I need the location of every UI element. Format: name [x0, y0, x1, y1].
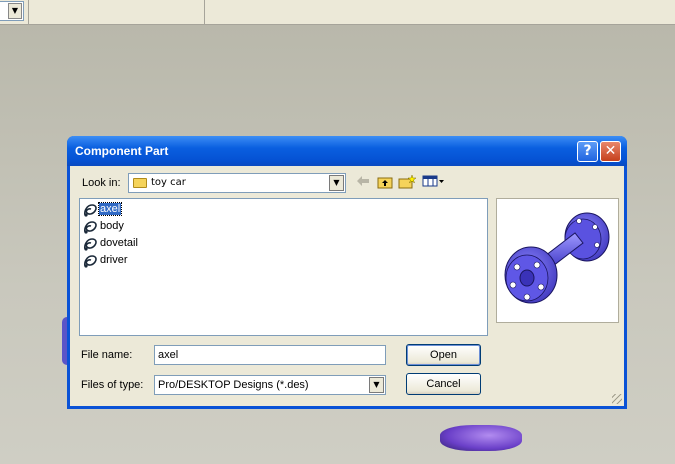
file-name-input[interactable]	[155, 346, 385, 364]
file-name: axel	[97, 202, 123, 216]
background-part-shape	[440, 425, 522, 451]
top-toolbar: ▼	[0, 0, 675, 25]
design-file-icon	[84, 221, 97, 234]
toolbar-combobox[interactable]: ▼	[0, 1, 24, 21]
up-folder-icon[interactable]	[376, 175, 394, 191]
chevron-down-icon[interactable]: ▼	[369, 377, 384, 393]
design-file-icon	[84, 238, 97, 251]
file-list[interactable]: axel body dovetail driver	[79, 198, 488, 336]
files-of-type-select[interactable]: Pro/DESKTOP Designs (*.des) ▼	[154, 375, 386, 395]
design-file-icon	[84, 204, 97, 217]
view-menu-icon[interactable]	[422, 175, 446, 191]
chevron-down-icon[interactable]: ▼	[8, 3, 22, 19]
toolbar-separator	[204, 0, 205, 24]
dialog-titlebar[interactable]: Component Part ? ✕	[67, 136, 627, 166]
look-in-combobox[interactable]: toy car ▼	[128, 173, 346, 193]
help-button[interactable]: ?	[577, 141, 598, 162]
back-arrow-icon[interactable]	[354, 175, 372, 191]
cancel-button[interactable]: Cancel	[406, 373, 481, 395]
close-button[interactable]: ✕	[600, 141, 621, 162]
axle-preview-image	[504, 212, 610, 304]
file-name-label: File name:	[81, 349, 133, 361]
file-name: body	[100, 220, 124, 232]
look-in-label: Look in:	[82, 177, 121, 189]
new-folder-icon[interactable]	[398, 174, 417, 191]
preview-pane	[496, 198, 619, 323]
file-name: driver	[100, 254, 128, 266]
folder-icon	[133, 178, 147, 188]
dialog-title: Component Part	[75, 144, 169, 158]
open-button[interactable]: Open	[406, 344, 481, 366]
resize-grip[interactable]	[612, 394, 622, 404]
files-of-type-value: Pro/DESKTOP Designs (*.des)	[158, 379, 309, 391]
files-of-type-label: Files of type:	[81, 379, 144, 391]
toolbar-separator	[28, 0, 29, 24]
look-in-value: toy car	[151, 177, 186, 188]
design-file-icon	[84, 255, 97, 268]
chevron-down-icon[interactable]: ▼	[329, 175, 344, 191]
file-name: dovetail	[100, 237, 138, 249]
component-part-dialog: Component Part ? ✕ Look in: toy car ▼ ax…	[67, 136, 627, 409]
file-name-field[interactable]	[154, 345, 386, 365]
